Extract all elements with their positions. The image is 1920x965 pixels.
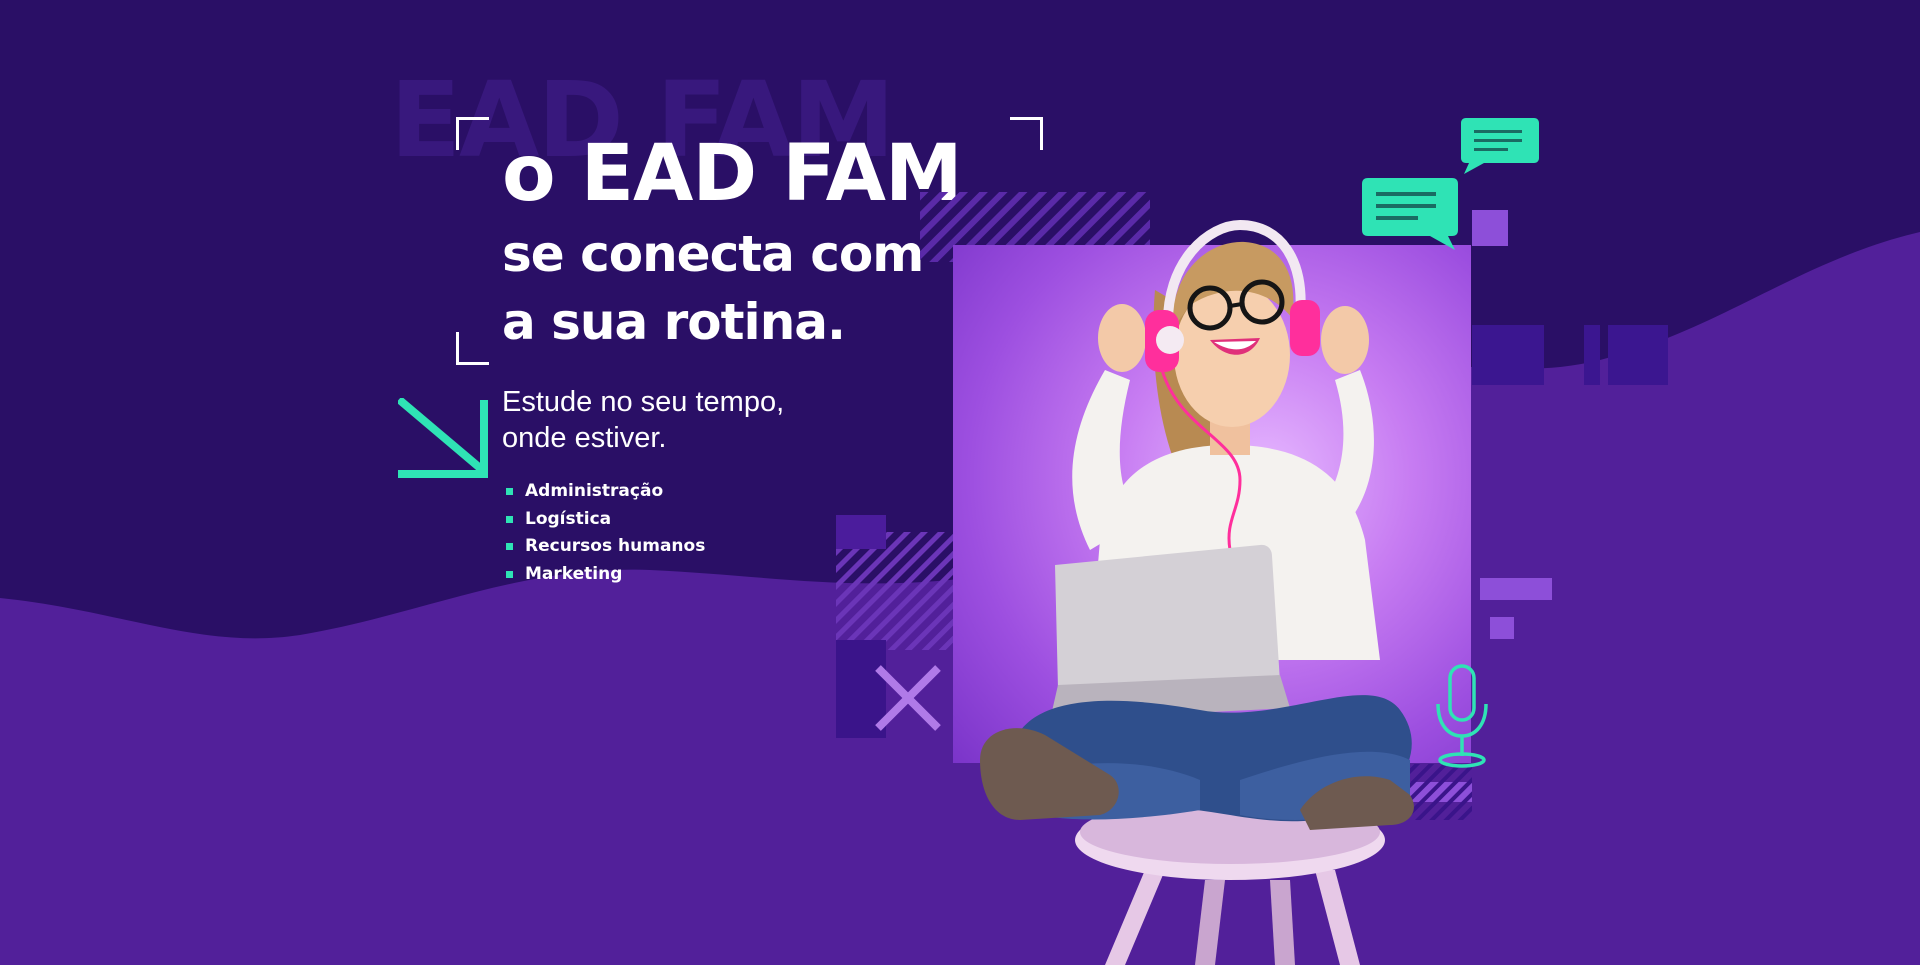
subheadline: Estude no seu tempo, onde estiver.	[502, 384, 784, 456]
list-item: Logística	[506, 506, 705, 534]
headline-line-3: a sua rotina.	[502, 293, 846, 351]
course-label: Marketing	[525, 563, 623, 584]
microphone-icon	[1436, 664, 1488, 768]
frame-corner-bottom-left	[456, 332, 489, 365]
bullet-icon	[506, 570, 513, 578]
hero-banner: EAD FAM o EAD FAM se conecta com a sua r…	[0, 0, 1920, 965]
list-item: Administração	[506, 478, 705, 506]
subheadline-line-1: Estude no seu tempo,	[502, 386, 785, 418]
bullet-icon	[506, 515, 513, 523]
decorative-block	[1608, 325, 1668, 385]
chat-bubble-icon	[1362, 178, 1458, 250]
decorative-stripes-left	[836, 532, 954, 650]
student-photo	[980, 220, 1414, 965]
frame-corner-top-left	[456, 117, 489, 150]
course-label: Logística	[525, 508, 612, 529]
course-list: Administração Logística Recursos humanos…	[506, 478, 705, 588]
headline-line-1: o EAD FAM	[502, 129, 963, 219]
bullet-icon	[506, 488, 513, 496]
x-mark-icon	[875, 665, 941, 731]
decorative-block	[1584, 325, 1600, 385]
decorative-block	[836, 515, 886, 549]
bullet-icon	[506, 543, 513, 551]
subheadline-line-2: onde estiver.	[502, 422, 667, 454]
headline: o EAD FAM se conecta com a sua rotina.	[502, 128, 963, 356]
list-item: Marketing	[506, 561, 705, 589]
course-label: Recursos humanos	[525, 536, 706, 556]
headline-line-2: se conecta com	[502, 225, 924, 283]
list-item: Recursos humanos	[506, 533, 705, 561]
arrow-down-right-icon	[398, 398, 488, 478]
course-label: Administração	[525, 481, 664, 501]
frame-corner-top-right	[1010, 117, 1043, 150]
chat-bubble-icon	[1461, 118, 1539, 174]
